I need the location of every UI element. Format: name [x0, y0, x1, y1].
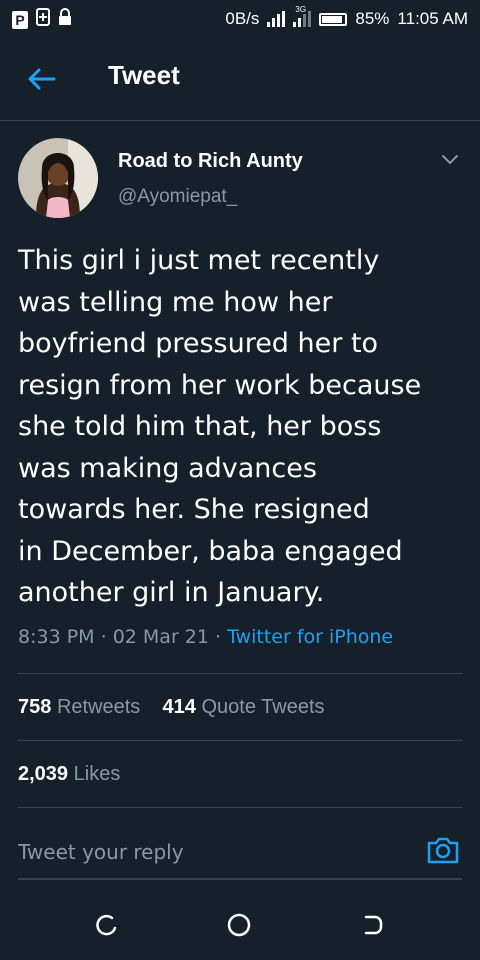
3g-signal-icon: 3G [293, 5, 312, 27]
system-nav-bar [0, 890, 480, 960]
net-speed: 0B/s [225, 9, 260, 28]
page-title: Tweet [108, 60, 180, 90]
likes-stat[interactable]: 2,039 Likes [18, 763, 120, 786]
signal-icon [267, 11, 286, 27]
tweet-date: 02 Mar 21 [112, 626, 209, 648]
avatar[interactable] [18, 138, 98, 218]
quote-tweets-stat[interactable]: 414 Quote Tweets [163, 696, 325, 718]
back-arrow-icon[interactable] [24, 64, 60, 94]
likes-count: 2,039 [18, 763, 69, 785]
likes-label: Likes [73, 763, 121, 785]
camera-icon[interactable] [426, 834, 460, 866]
divider [18, 740, 462, 741]
divider [18, 807, 462, 808]
reply-underline [18, 878, 462, 880]
author-handle[interactable]: @Ayomiepat_ [118, 186, 237, 208]
status-bar-right: 0B/s 3G 85% 11:05 AM [225, 5, 468, 29]
tweet-time: 8:33 PM [18, 626, 95, 648]
back-nav-icon[interactable] [360, 912, 386, 938]
tweet-author: Road to Rich Aunty @Ayomiepat_ [18, 138, 462, 220]
author-name[interactable]: Road to Rich Aunty [118, 150, 303, 173]
lock-icon [58, 8, 72, 31]
sim-plus-icon [36, 8, 50, 31]
network-type: 3G [295, 5, 307, 14]
p-icon: P [12, 10, 28, 29]
quote-count: 414 [162, 696, 196, 718]
battery-percent: 85% [355, 9, 390, 28]
tweet-source-link[interactable]: Twitter for iPhone [227, 626, 393, 648]
battery-icon [319, 12, 348, 26]
chevron-down-icon[interactable] [438, 152, 462, 168]
meta-separator: · [208, 626, 228, 648]
divider [18, 673, 462, 674]
meta-separator: · [94, 626, 113, 648]
status-bar-left: P [12, 8, 72, 31]
tweet-text: This girl i just met recently was tellin… [18, 245, 422, 608]
retweets-count: 758 [18, 696, 52, 718]
reply-input[interactable] [18, 830, 418, 874]
home-icon[interactable] [226, 912, 252, 938]
tweet-meta: 8:33 PM · 02 Mar 21 · Twitter for iPhone [18, 626, 393, 648]
retweets-label: Retweets [56, 696, 141, 718]
retweets-stat[interactable]: 758 Retweets [18, 696, 140, 718]
retweet-stats: 758 Retweets 414 Quote Tweets [18, 696, 325, 719]
quote-label: Quote Tweets [201, 696, 325, 718]
clock: 11:05 AM [397, 9, 468, 28]
status-bar: P 0B/s 3G 85% 11:05 AM [0, 0, 480, 38]
app-bar: Tweet [0, 38, 480, 121]
recent-apps-icon[interactable] [94, 912, 120, 938]
